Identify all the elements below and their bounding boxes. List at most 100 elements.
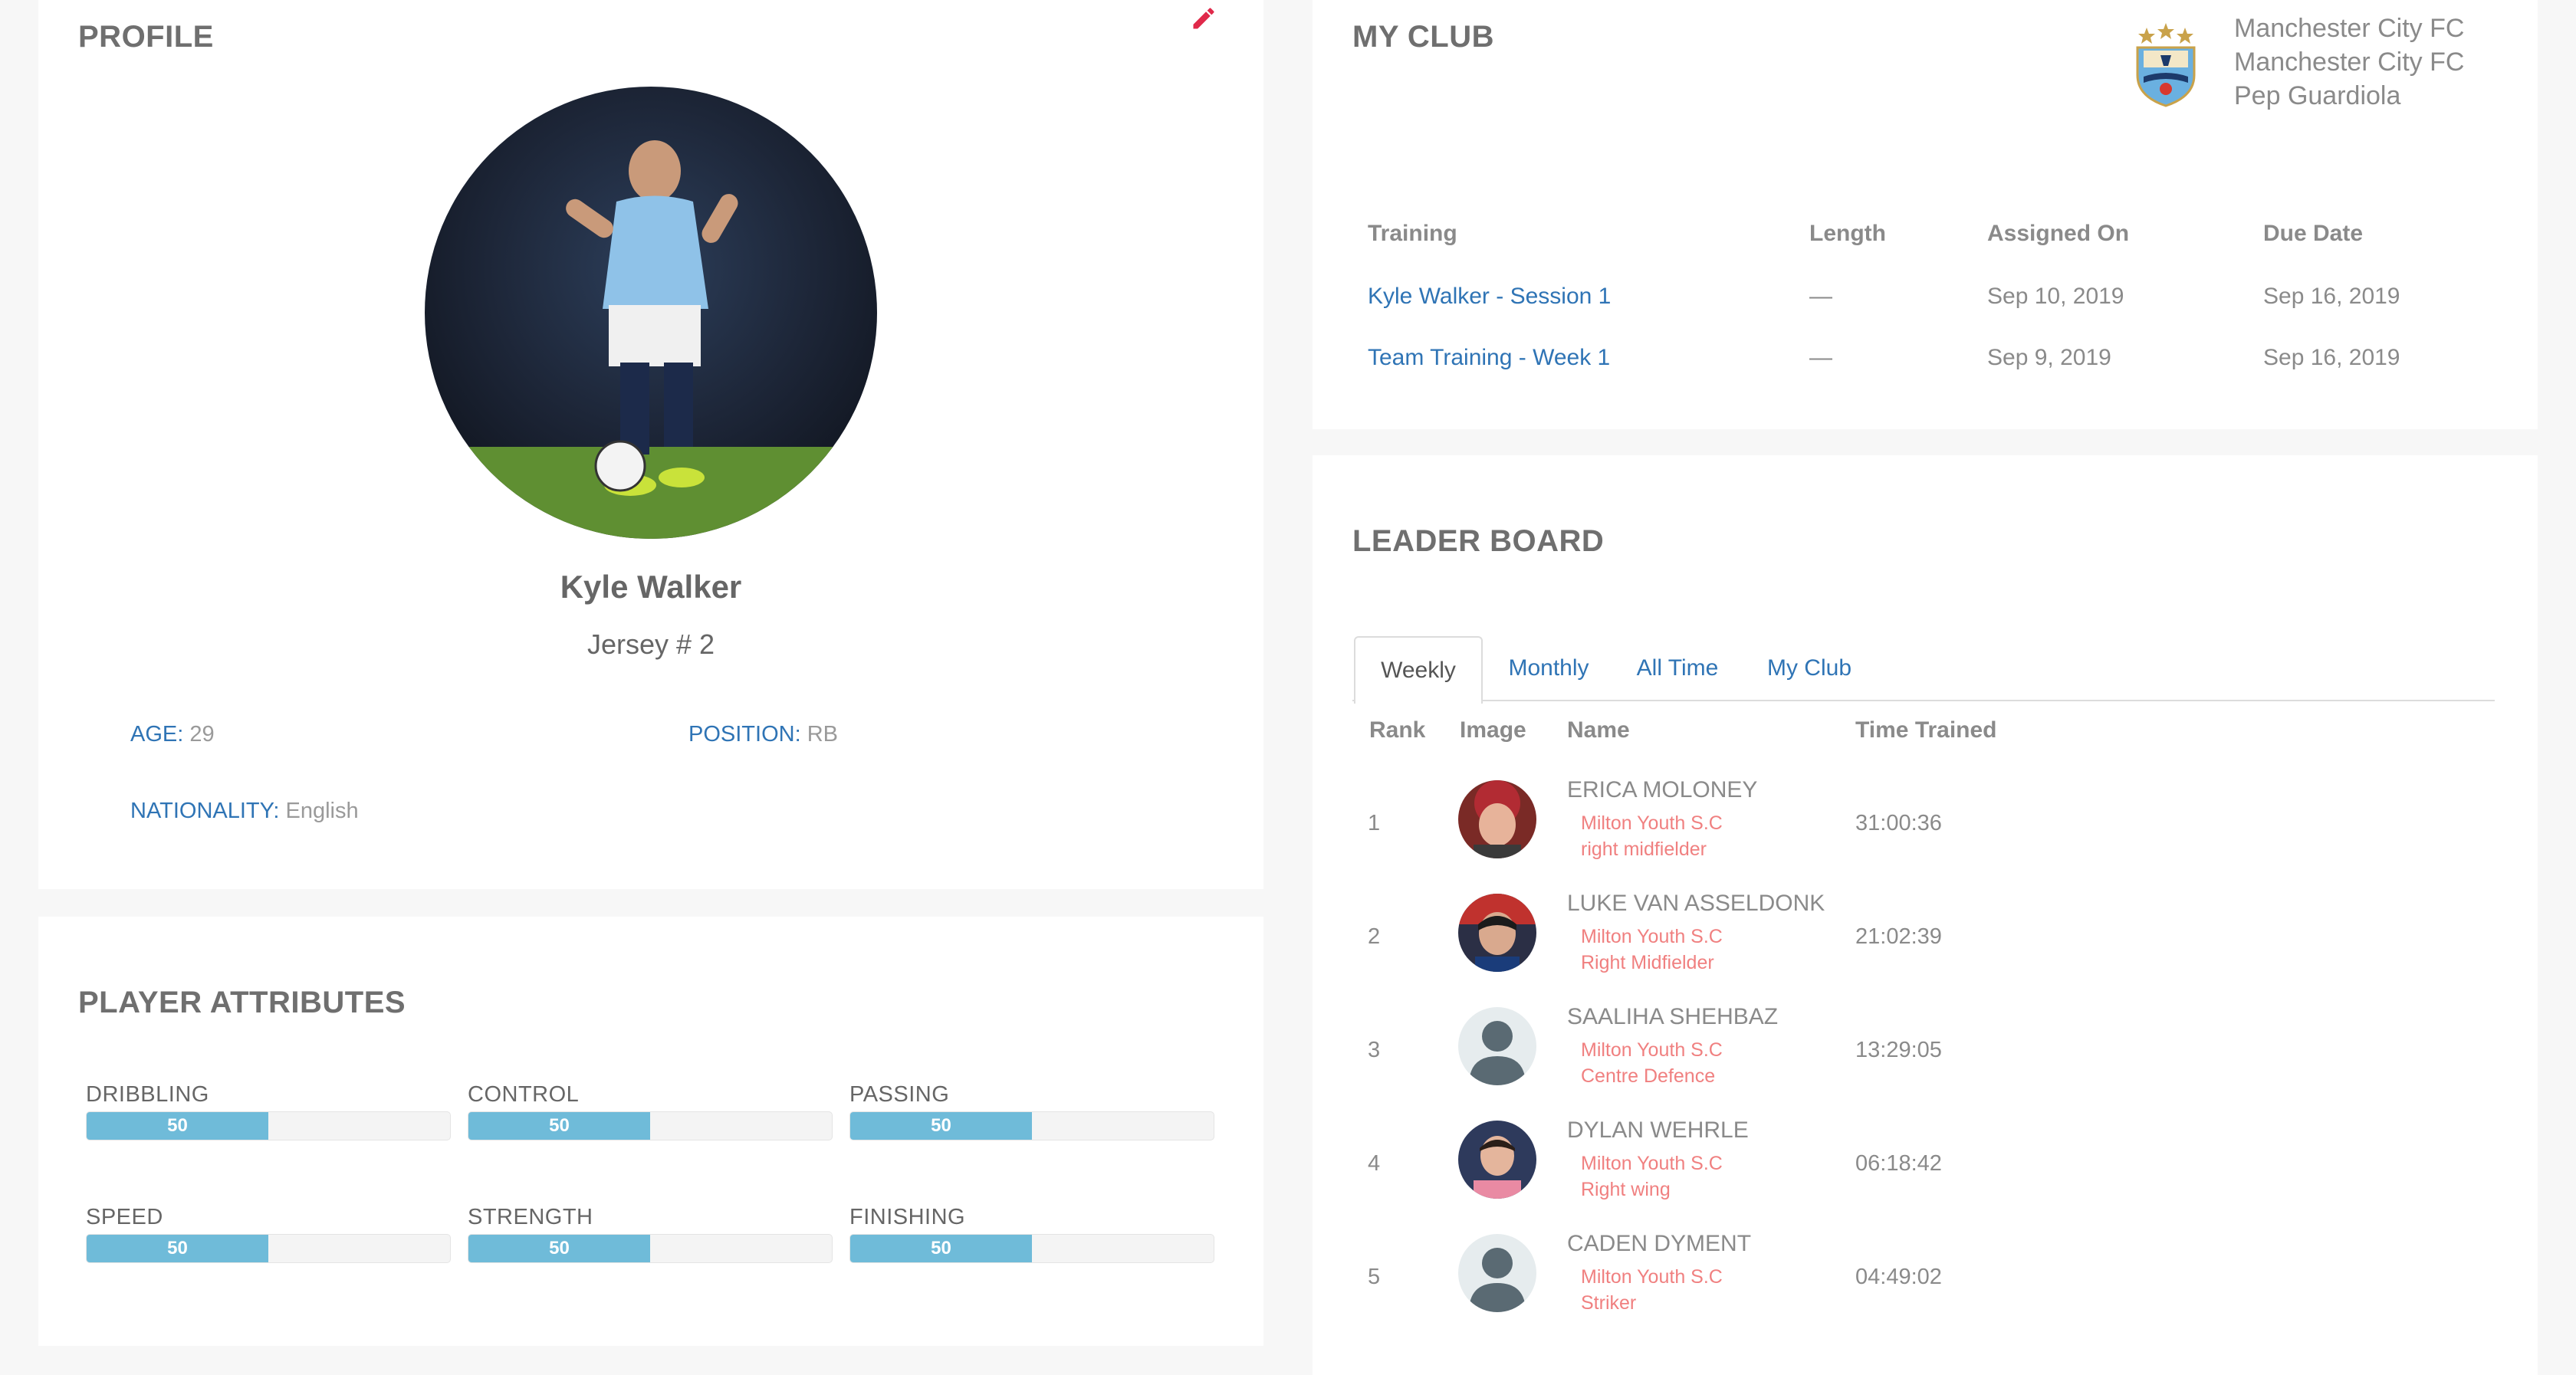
profile-title: PROFILE: [78, 20, 214, 54]
player-avatar: [1458, 894, 1536, 972]
attribute-finishing: FINISHING 50: [849, 1205, 1214, 1263]
attribute-bar: 50: [468, 1111, 833, 1140]
attribute-bar: 50: [849, 1111, 1214, 1140]
player-club: Milton Youth S.C: [1581, 1153, 1723, 1174]
attribute-label: DRIBBLING: [86, 1082, 209, 1107]
nationality-label: NATIONALITY:: [130, 799, 280, 823]
col-due-date: Due Date: [2263, 221, 2364, 246]
attribute-speed: SPEED 50: [86, 1205, 451, 1263]
attribute-label: STRENGTH: [468, 1205, 593, 1229]
training-due: Sep 16, 2019: [2263, 345, 2400, 370]
training-length: —: [1809, 345, 1832, 370]
attribute-label: CONTROL: [468, 1082, 580, 1107]
player-club: Milton Youth S.C: [1581, 812, 1723, 834]
col-length: Length: [1809, 221, 1886, 246]
leaderboard-row: 2 LUKE VAN ASSELDONK Milton Youth S.C Ri…: [1313, 883, 2538, 996]
time-trained: 13:29:05: [1855, 1038, 1942, 1062]
player-avatar: [1458, 1121, 1536, 1199]
player-position: Centre Defence: [1581, 1065, 1716, 1087]
leaderboard-row: 3 SAALIHA SHEHBAZ Milton Youth S.C Centr…: [1313, 996, 2538, 1110]
attribute-passing: PASSING 50: [849, 1082, 1214, 1140]
leaderboard-row: 4 DYLAN WEHRLE Milton Youth S.C Right wi…: [1313, 1110, 2538, 1223]
rank: 2: [1368, 924, 1381, 949]
tab-all-time[interactable]: All Time: [1616, 636, 1739, 701]
training-assigned: Sep 9, 2019: [1987, 345, 2111, 370]
tab-my-club[interactable]: My Club: [1740, 636, 1878, 701]
attribute-dribbling: DRIBBLING 50: [86, 1082, 451, 1140]
player-name: DYLAN WEHRLE: [1567, 1117, 1749, 1143]
player-attributes-card: PLAYER ATTRIBUTES DRIBBLING 50 CONTROL 5…: [38, 917, 1263, 1346]
col-image: Image: [1460, 717, 1526, 743]
attribute-fill: 50: [468, 1235, 650, 1262]
attribute-strength: STRENGTH 50: [468, 1205, 833, 1263]
default-avatar-icon: [1458, 1007, 1536, 1085]
player-club: Milton Youth S.C: [1581, 926, 1723, 947]
default-avatar-icon: [1458, 1234, 1536, 1312]
attribute-label: SPEED: [86, 1205, 163, 1229]
club-title: MY CLUB: [1352, 20, 1494, 54]
tab-monthly[interactable]: Monthly: [1483, 636, 1615, 701]
training-link[interactable]: Team Training - Week 1: [1368, 345, 1610, 371]
attribute-label: FINISHING: [849, 1205, 966, 1229]
rank: 4: [1368, 1151, 1381, 1176]
player-club: Milton Youth S.C: [1581, 1039, 1723, 1061]
position-field: POSITION: RB: [688, 722, 838, 747]
player-club: Milton Youth S.C: [1581, 1266, 1723, 1288]
club-crest-icon: [2136, 23, 2196, 107]
player-photo: [425, 87, 877, 539]
age-label: AGE:: [130, 722, 184, 747]
tab-weekly[interactable]: Weekly: [1354, 636, 1483, 704]
attribute-control: CONTROL 50: [468, 1082, 833, 1140]
col-name: Name: [1567, 717, 1630, 743]
attribute-fill: 50: [850, 1235, 1032, 1262]
attribute-fill: 50: [468, 1112, 650, 1140]
training-link[interactable]: Kyle Walker - Session 1: [1368, 284, 1611, 310]
attributes-title: PLAYER ATTRIBUTES: [78, 986, 406, 1019]
time-trained: 06:18:42: [1855, 1151, 1942, 1176]
position-value: RB: [807, 722, 838, 747]
time-trained: 31:00:36: [1855, 811, 1942, 835]
attribute-bar: 50: [849, 1234, 1214, 1263]
training-due: Sep 16, 2019: [2263, 284, 2400, 309]
attribute-bar: 50: [86, 1111, 451, 1140]
club-team: Manchester City FC: [2234, 48, 2465, 77]
player-position: Right wing: [1581, 1179, 1671, 1200]
col-training: Training: [1368, 221, 1457, 246]
col-assigned-on: Assigned On: [1987, 221, 2130, 246]
training-length: —: [1809, 284, 1832, 309]
player-position: Right Midfielder: [1581, 952, 1714, 973]
profile-card: PROFILE Kyle Walker Jersey # 2 AGE: 29 P…: [38, 0, 1263, 889]
time-trained: 21:02:39: [1855, 924, 1942, 949]
club-coach: Pep Guardiola: [2234, 81, 2401, 110]
time-trained: 04:49:02: [1855, 1265, 1942, 1289]
nationality-field: NATIONALITY: English: [130, 799, 359, 824]
nationality-value: English: [285, 799, 359, 823]
attribute-fill: 50: [850, 1112, 1032, 1140]
training-assigned: Sep 10, 2019: [1987, 284, 2124, 309]
col-time-trained: Time Trained: [1855, 717, 1997, 743]
player-position: Striker: [1581, 1292, 1637, 1314]
pencil-edit-icon[interactable]: [1190, 5, 1217, 32]
player-position: right midfielder: [1581, 838, 1707, 860]
attribute-fill: 50: [87, 1235, 268, 1262]
player-name: ERICA MOLONEY: [1567, 777, 1758, 802]
player-name: SAALIHA SHEHBAZ: [1567, 1004, 1779, 1029]
leaderboard-row: 1 ERICA MOLONEY Milton Youth S.C right m…: [1313, 770, 2538, 883]
age-field: AGE: 29: [130, 722, 215, 747]
player-avatar: [1458, 780, 1536, 858]
tabs-divider: [1352, 700, 2495, 701]
player-name: Kyle Walker: [560, 569, 742, 605]
player-name: CADEN DYMENT: [1567, 1231, 1752, 1256]
rank: 1: [1368, 811, 1381, 835]
my-club-card: MY CLUB Manchester City FC Manchester Ci…: [1313, 0, 2538, 429]
attribute-label: PASSING: [849, 1082, 950, 1107]
position-label: POSITION:: [688, 722, 801, 747]
leaderboard-card: LEADER BOARD Weekly Monthly All Time My …: [1313, 455, 2538, 1375]
rank: 3: [1368, 1038, 1381, 1062]
jersey-number: Jersey # 2: [586, 628, 715, 660]
leaderboard-title: LEADER BOARD: [1352, 524, 1605, 558]
col-rank: Rank: [1369, 717, 1426, 743]
rank: 5: [1368, 1265, 1381, 1289]
age-value: 29: [189, 722, 215, 747]
club-name: Manchester City FC: [2234, 14, 2465, 43]
